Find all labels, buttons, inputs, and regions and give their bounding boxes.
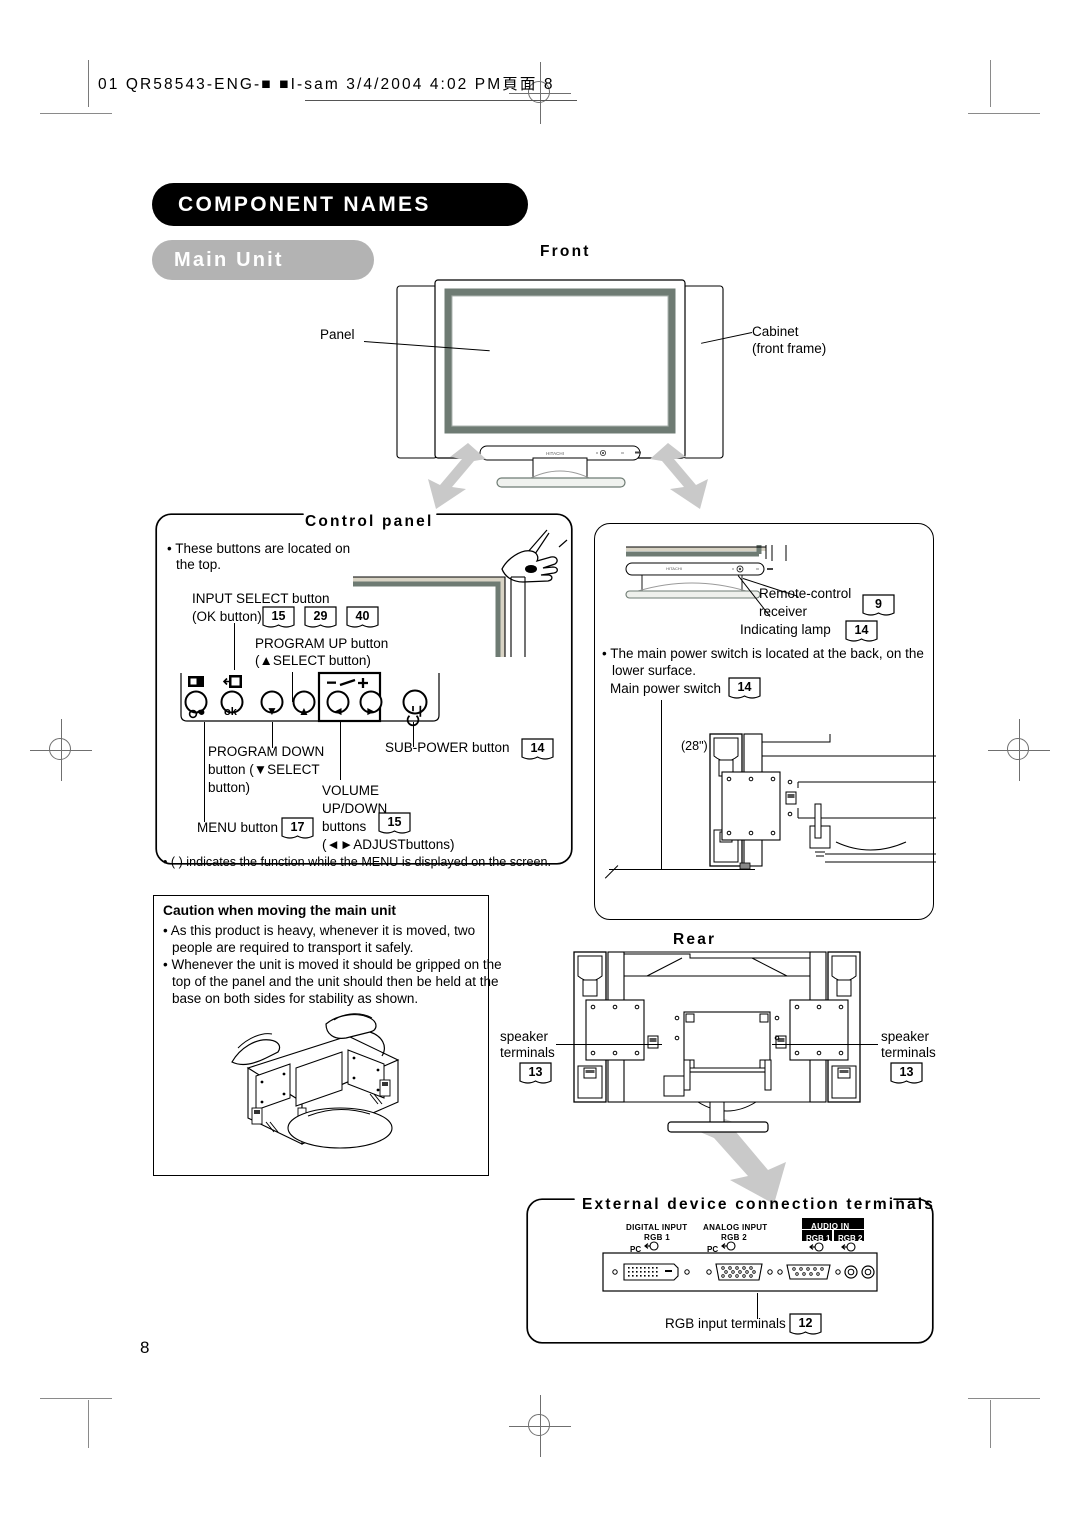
main-power-switch-label: Main power switch	[610, 681, 722, 696]
page-ref-13-right: 13	[890, 1062, 923, 1085]
subsection-banner: Main Unit	[152, 240, 374, 280]
arrow-to-control-panel	[418, 443, 488, 513]
front-tv-illustration: HITACHI	[395, 270, 725, 488]
page-ref-12-rgb: 12	[789, 1313, 822, 1336]
main-power-switch-leader-v	[661, 700, 663, 870]
volume-adjust-label: (◄►ADJUSTbuttons)	[322, 837, 455, 852]
slug-rule	[305, 100, 577, 102]
page-number: 8	[140, 1338, 150, 1357]
page-ref-13-left: 13	[519, 1062, 552, 1085]
control-panel-note-line2: the top.	[176, 557, 222, 572]
caution-heading: Caution when moving the main unit	[163, 903, 397, 918]
main-power-note-line1: • The main power switch is located at th…	[602, 646, 924, 661]
svg-text:HITACHI: HITACHI	[546, 451, 564, 456]
page-ref-29-input: 29	[304, 606, 337, 629]
rear-left-speaker-label-line1: speaker	[500, 1029, 549, 1044]
subsection-title: Main Unit	[174, 249, 284, 271]
crop-mark-top-left-h	[40, 113, 112, 115]
volume-right-sublabel: ►	[365, 704, 377, 718]
page-ref-14-subpower: 14	[521, 738, 554, 761]
remote-receiver-label-line1: Remote-control	[759, 586, 852, 601]
sub-power-label: SUB-POWER button	[385, 740, 510, 755]
indicating-lamp-label: Indicating lamp	[740, 622, 831, 637]
crop-mark-top-left-v	[88, 60, 90, 107]
caution-bullet2-line2: top of the panel and the unit should the…	[172, 974, 499, 989]
menu-glyph-icon	[188, 676, 204, 687]
svg-text:HITACHI: HITACHI	[666, 566, 682, 571]
control-panel-caption: Control panel	[305, 513, 434, 530]
page-ref-40-input: 40	[346, 606, 379, 629]
crop-mark-bottom-right-h	[968, 1398, 1040, 1400]
registration-mark-left	[30, 719, 92, 781]
volume-left-sublabel: ◄	[332, 704, 344, 718]
up-sublabel: ▲	[298, 704, 310, 718]
page-ref-15-volume: 15	[378, 812, 411, 835]
caution-bullet2-line3: base on both sides for stability as show…	[172, 991, 419, 1006]
crop-mark-top-right-h	[968, 113, 1040, 115]
volume-label-line3: buttons	[322, 819, 367, 834]
remote-receiver-label-line2: receiver	[759, 604, 808, 619]
menu-leader-line	[204, 722, 206, 822]
ok-sublabel: ok	[224, 706, 237, 718]
moving-unit-illustration	[230, 1010, 430, 1160]
terminals-caption: External device connection terminals	[582, 1196, 936, 1213]
rear-partial-illustration	[709, 730, 936, 890]
registration-mark-right	[988, 719, 1050, 781]
crop-mark-top-right-v	[990, 60, 992, 107]
caution-bullet2-line1: • Whenever the unit is moved it should b…	[163, 957, 502, 972]
arrow-to-receiver-panel	[648, 443, 718, 513]
power-sublabel-icon	[406, 705, 423, 727]
page-ref-9-receiver: 9	[862, 594, 895, 617]
registration-mark-bottom	[509, 1395, 571, 1457]
input-select-leader-line	[234, 623, 236, 670]
audio-rgb1-connector-icon	[809, 1242, 824, 1252]
rear-partial-leader	[609, 869, 661, 871]
page-ref-14-lamp: 14	[845, 620, 878, 643]
page-ref-15-input: 15	[262, 606, 295, 629]
page-title: COMPONENT NAMES	[178, 193, 431, 216]
control-panel-note-line1: • These buttons are located on	[167, 541, 351, 556]
connector-panel	[602, 1252, 878, 1292]
menu-sublabel-icon	[188, 708, 205, 719]
program-down-label-line3: button)	[208, 780, 251, 795]
volume-leader-line	[340, 722, 342, 780]
digital-pc-connector-icon	[644, 1241, 659, 1251]
rear-right-speaker-label-line1: speaker	[881, 1029, 930, 1044]
down-sublabel: ▼	[266, 704, 278, 718]
audio-rgb2-connector-icon	[841, 1242, 856, 1252]
size-label-28: (28")	[681, 739, 708, 753]
crop-mark-bottom-left-v	[88, 1400, 90, 1448]
caution-bullet1-line1: • As this product is heavy, whenever it …	[163, 923, 476, 938]
caution-bullet1-line2: people are required to transport it safe…	[172, 940, 414, 955]
front-caption: Front	[540, 243, 591, 260]
program-down-label-line2: button (▼SELECT	[208, 762, 320, 777]
analog-pc-connector-icon	[721, 1241, 736, 1251]
main-power-note-line2: lower surface.	[612, 663, 697, 678]
volume-label-line1: VOLUME	[322, 783, 380, 798]
page-title-banner: COMPONENT NAMES	[152, 183, 528, 226]
rgb-input-terminals-label: RGB input terminals	[665, 1316, 786, 1331]
control-buttons-circles	[180, 687, 440, 717]
program-up-label-line2: (▲SELECT button)	[255, 653, 371, 668]
program-down-label-line1: PROGRAM DOWN	[208, 744, 325, 759]
control-panel-footnote: • ( ) indicates the function while the M…	[163, 855, 552, 869]
page-ref-14-mainswitch: 14	[728, 677, 761, 700]
print-slug: 01 QR58543-ENG-■ ■I-sam 3/4/2004 4:02 PM…	[98, 76, 555, 93]
rear-right-speaker-label-line2: terminals	[881, 1045, 936, 1060]
rear-left-speaker-label-line2: terminals	[500, 1045, 555, 1060]
menu-label: MENU button	[197, 820, 279, 835]
program-up-label-line1: PROGRAM UP button	[255, 636, 389, 651]
page-ref-17-menu: 17	[281, 817, 314, 840]
rear-caption: Rear	[673, 931, 717, 948]
cabinet-label-line1: Cabinet	[752, 324, 799, 339]
crop-mark-bottom-left-h	[40, 1398, 112, 1400]
rear-left-leader-line	[556, 1044, 662, 1046]
cabinet-label-line2: (front frame)	[752, 341, 827, 356]
rear-right-leader-line	[772, 1044, 878, 1046]
crop-mark-bottom-right-v	[990, 1400, 992, 1448]
panel-label: Panel	[320, 327, 355, 342]
input-select-label-line2: (OK button)	[192, 609, 262, 624]
